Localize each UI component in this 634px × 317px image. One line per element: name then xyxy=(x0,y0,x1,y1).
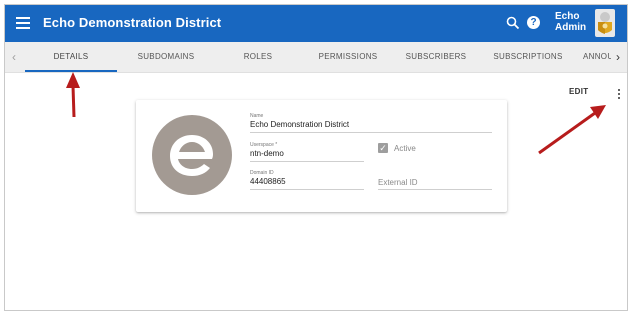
domain-id-underline xyxy=(250,189,364,190)
more-vert-icon[interactable] xyxy=(618,89,621,101)
name-field[interactable]: Name Echo Demonstration District xyxy=(250,113,492,133)
app-title: Echo Demonstration District xyxy=(43,15,222,30)
avatar[interactable] xyxy=(595,9,615,37)
name-label: Name xyxy=(250,113,264,119)
user-name-line2: Admin xyxy=(555,22,587,33)
active-tab-indicator xyxy=(25,70,117,72)
domain-id-label: Domain ID xyxy=(250,170,274,176)
tab-subscriptions[interactable]: SUBSCRIPTIONS xyxy=(483,42,573,72)
help-icon[interactable]: ? xyxy=(527,16,540,29)
chevron-left-icon[interactable]: ‹ xyxy=(5,42,23,72)
tab-permissions[interactable]: PERMISSIONS xyxy=(303,42,393,72)
tab-details[interactable]: DETAILS xyxy=(25,42,117,72)
name-value: Echo Demonstration District xyxy=(250,120,350,129)
tab-announcements[interactable]: ANNOU xyxy=(583,42,611,72)
tab-subdomains[interactable]: SUBDOMAINS xyxy=(121,42,211,72)
user-name-line1: Echo xyxy=(555,11,580,22)
domain-id-value: 44408865 xyxy=(250,177,286,186)
app-window: Echo Demonstration District ? Echo Admin… xyxy=(4,4,628,311)
domain-id-field[interactable]: Domain ID 44408865 xyxy=(250,170,364,190)
active-label: Active xyxy=(394,144,416,153)
edit-button[interactable]: EDIT xyxy=(569,87,588,96)
tabs: DETAILS SUBDOMAINS ROLES PERMISSIONS SUB… xyxy=(23,42,611,72)
active-checkbox[interactable]: ✓ xyxy=(378,143,388,153)
tab-roles[interactable]: ROLES xyxy=(213,42,303,72)
search-icon[interactable] xyxy=(506,16,520,30)
menu-icon[interactable] xyxy=(16,17,30,29)
userspace-label: Userspace * xyxy=(250,142,278,148)
app-bar: Echo Demonstration District ? Echo Admin xyxy=(5,5,627,42)
user-name[interactable]: Echo Admin xyxy=(555,11,586,33)
userspace-field[interactable]: Userspace * ntn-demo xyxy=(250,142,364,162)
userspace-underline xyxy=(250,161,364,162)
name-underline xyxy=(250,132,492,133)
chevron-right-icon[interactable]: › xyxy=(609,42,627,72)
tab-bar: ‹ DETAILS SUBDOMAINS ROLES PERMISSIONS S… xyxy=(5,42,627,73)
external-id-underline[interactable] xyxy=(378,189,492,190)
details-card: Name Echo Demonstration District Userspa… xyxy=(136,100,507,212)
tab-subscribers[interactable]: SUBSCRIBERS xyxy=(391,42,481,72)
external-id-label: External ID xyxy=(378,178,418,187)
userspace-value: ntn-demo xyxy=(250,149,284,158)
domain-logo xyxy=(152,115,232,195)
